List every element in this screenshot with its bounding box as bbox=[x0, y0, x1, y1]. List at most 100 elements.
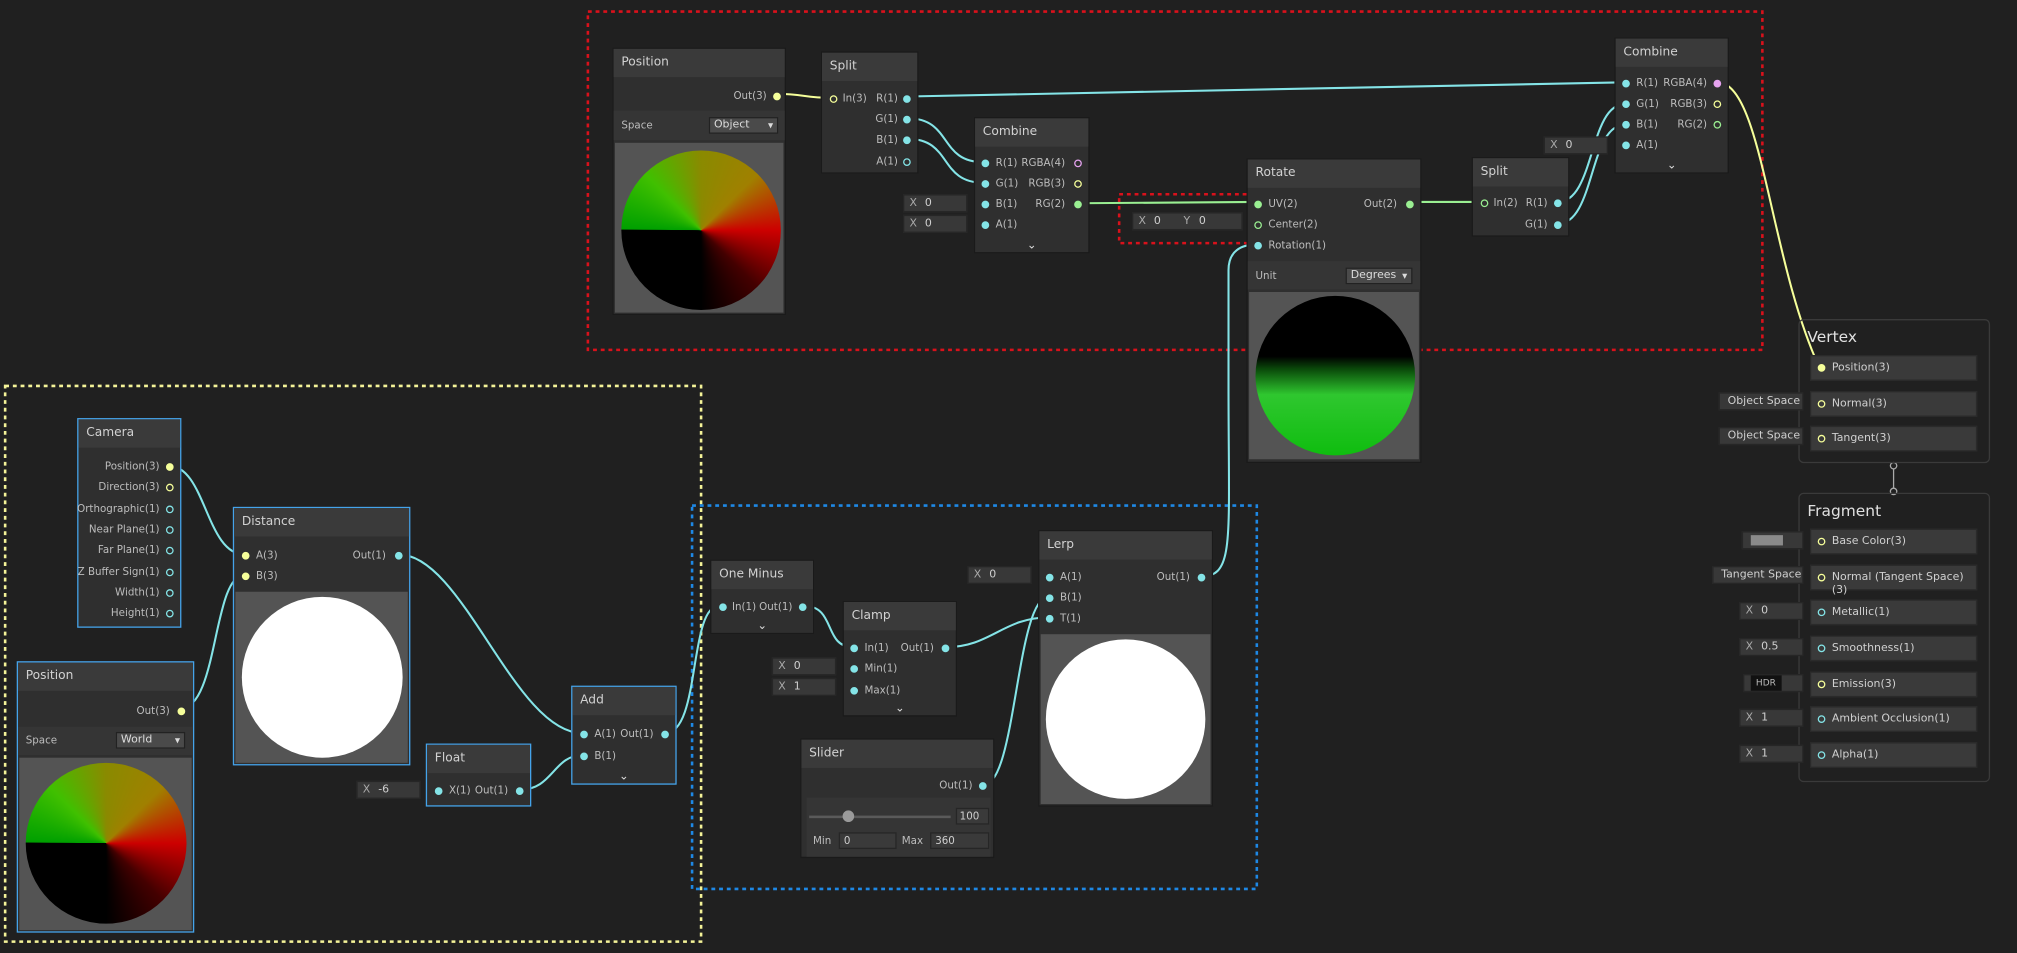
port-in: X(1) bbox=[448, 784, 471, 797]
port-out: Far Plane(1) bbox=[97, 544, 160, 556]
slider-thumb[interactable] bbox=[842, 810, 854, 823]
combine-b-input[interactable]: X0 bbox=[903, 194, 968, 213]
normal-space-field[interactable]: Object Space bbox=[1718, 392, 1804, 411]
position-node-top[interactable]: Position Out(3) Space Object bbox=[612, 47, 786, 316]
node-title[interactable]: Split bbox=[1472, 158, 1569, 187]
node-title[interactable]: Distance bbox=[234, 508, 410, 537]
port-out: R(1) bbox=[876, 92, 898, 105]
port-dot[interactable] bbox=[177, 707, 186, 716]
position-node-bottom[interactable]: Position Out(3) Space World bbox=[16, 661, 195, 933]
normal-ts-slot[interactable]: Normal (Tangent Space)(3) bbox=[1809, 564, 1978, 597]
max-field[interactable]: 360 bbox=[930, 832, 990, 850]
node-title[interactable]: Position bbox=[18, 662, 193, 691]
port-out: G(1) bbox=[1524, 218, 1548, 231]
port-in: In(3) bbox=[842, 92, 867, 105]
shader-graph-canvas[interactable]: Position Out(3) Space Object Split In(3)… bbox=[0, 0, 2017, 953]
port-in: B(1) bbox=[1059, 591, 1082, 604]
float-x-input[interactable]: X -6 bbox=[356, 780, 421, 799]
node-title[interactable]: One Minus bbox=[711, 560, 814, 590]
lerp-node[interactable]: Lerp A(1) B(1) T(1) Out(1) bbox=[1038, 529, 1214, 807]
vertex-tangent-slot[interactable]: Tangent(3) bbox=[1809, 425, 1978, 452]
unit-dropdown[interactable]: Degrees bbox=[1345, 267, 1413, 285]
port-out: RGBA(4) bbox=[1021, 156, 1066, 169]
node-title[interactable]: Slider bbox=[801, 739, 994, 768]
vertex-position-slot[interactable]: Position(3) bbox=[1809, 355, 1978, 381]
min-field[interactable]: 0 bbox=[838, 832, 897, 850]
camera-node[interactable]: Camera Position(3) Direction(3) Orthogra… bbox=[77, 418, 182, 628]
node-title[interactable]: Float bbox=[427, 744, 530, 774]
port-out: RG(2) bbox=[1035, 198, 1066, 210]
port-in: Min(1) bbox=[864, 662, 898, 675]
normal-space-field[interactable]: Tangent Space bbox=[1712, 566, 1804, 585]
node-title[interactable]: Clamp bbox=[843, 602, 956, 631]
tangent-space-field[interactable]: Object Space bbox=[1718, 427, 1804, 446]
node-title[interactable]: Lerp bbox=[1039, 531, 1212, 560]
space-label: Space bbox=[621, 119, 653, 132]
space-dropdown[interactable]: World bbox=[115, 731, 186, 749]
split-node-right[interactable]: Split In(2) R(1) G(1) bbox=[1471, 156, 1570, 237]
ao-slot[interactable]: Ambient Occlusion(1) bbox=[1809, 706, 1978, 732]
emission-slot[interactable]: Emission(3) bbox=[1809, 671, 1978, 698]
space-dropdown[interactable]: Object bbox=[708, 117, 779, 134]
slider-value-field[interactable]: 100 bbox=[955, 807, 990, 825]
collapse-chevron-icon[interactable]: ⌄ bbox=[711, 620, 813, 633]
collapse-chevron-icon[interactable]: ⌄ bbox=[975, 239, 1088, 252]
collapse-chevron-icon[interactable]: ⌄ bbox=[572, 771, 675, 784]
metallic-field[interactable]: X0 bbox=[1739, 602, 1804, 621]
fragment-stack[interactable]: Fragment Base Color(3) Normal (Tangent S… bbox=[1798, 492, 1991, 783]
base-color-slot[interactable]: Base Color(3) bbox=[1809, 528, 1978, 555]
metallic-slot[interactable]: Metallic(1) bbox=[1809, 599, 1978, 626]
vertex-stack[interactable]: Vertex Position(3) Normal(3) Tangent(3) bbox=[1798, 319, 1991, 464]
collapse-chevron-icon[interactable]: ⌄ bbox=[844, 702, 956, 715]
smoothness-field[interactable]: X 0.5 bbox=[1739, 638, 1804, 657]
combine-node-mid[interactable]: Combine R(1) G(1) B(1) A(1) RGBA(4) RGB(… bbox=[973, 117, 1090, 254]
smoothness-slot[interactable]: Smoothness(1) bbox=[1809, 635, 1978, 662]
port-in: UV(2) bbox=[1268, 198, 1298, 210]
combine-a-input[interactable]: X0 bbox=[903, 214, 968, 233]
clamp-min-input[interactable]: X0 bbox=[771, 657, 837, 676]
node-title[interactable]: Combine bbox=[1615, 38, 1728, 67]
collapse-chevron-icon[interactable]: ⌄ bbox=[1616, 160, 1728, 173]
rotate-center-input[interactable]: X0 Y0 bbox=[1132, 212, 1243, 231]
lerp-a-input[interactable]: X0 bbox=[967, 566, 1032, 585]
add-node[interactable]: Add A(1) B(1) Out(1) ⌄ bbox=[571, 685, 677, 785]
port-in: A(3) bbox=[255, 549, 278, 561]
node-title[interactable]: Split bbox=[822, 52, 918, 82]
port-dot[interactable] bbox=[829, 95, 838, 103]
clamp-node[interactable]: Clamp In(1) Min(1) Max(1) Out(1) ⌄ bbox=[842, 600, 958, 717]
port-out: RG(2) bbox=[1677, 118, 1708, 130]
node-title[interactable]: Position bbox=[613, 48, 785, 78]
port-out: Orthographic(1) bbox=[77, 502, 160, 515]
rotate-node[interactable]: Rotate UV(2) Center(2) Rotation(1) Out(2… bbox=[1246, 158, 1422, 464]
slider-track[interactable] bbox=[809, 815, 951, 819]
float-node[interactable]: Float X(1) Out(1) bbox=[425, 743, 532, 807]
port-in: Rotation(1) bbox=[1268, 239, 1327, 251]
distance-node[interactable]: Distance A(3) B(3) Out(1) bbox=[232, 506, 411, 766]
vertex-title: Vertex bbox=[1807, 328, 1858, 347]
node-title[interactable]: Combine bbox=[975, 118, 1089, 147]
slider-node[interactable]: Slider Out(1) 100 Min 0 Max 360 bbox=[800, 738, 995, 859]
ao-field[interactable]: X1 bbox=[1739, 708, 1804, 727]
port-out: RGB(3) bbox=[1670, 97, 1708, 110]
alpha-slot[interactable]: Alpha(1) bbox=[1809, 742, 1978, 768]
base-color-field[interactable] bbox=[1741, 531, 1804, 550]
wire-split-r bbox=[908, 81, 1625, 98]
node-title[interactable]: Add bbox=[572, 686, 676, 716]
combine-right-a-input[interactable]: X0 bbox=[1543, 136, 1608, 155]
split-node-top[interactable]: Split In(3) R(1) G(1) B(1) A(1) bbox=[820, 51, 919, 174]
port-in: B(1) bbox=[995, 198, 1018, 210]
node-title[interactable]: Rotate bbox=[1247, 159, 1421, 188]
one-minus-node[interactable]: One Minus In(1) Out(1) ⌄ bbox=[710, 559, 815, 635]
port-out: Direction(3) bbox=[98, 481, 160, 493]
wire-clamp-lerp bbox=[946, 616, 1049, 649]
node-title[interactable]: Camera bbox=[78, 419, 181, 448]
port-in: Center(2) bbox=[1268, 218, 1318, 231]
clamp-max-input[interactable]: X1 bbox=[771, 677, 837, 696]
combine-node-right[interactable]: Combine R(1) G(1) B(1) A(1) RGBA(4) RGB(… bbox=[1614, 37, 1729, 174]
vertex-normal-slot[interactable]: Normal(3) bbox=[1809, 391, 1978, 417]
alpha-field[interactable]: X1 bbox=[1739, 744, 1804, 763]
port-in: T(1) bbox=[1059, 612, 1081, 624]
port-dot[interactable] bbox=[773, 92, 781, 101]
port-in: B(1) bbox=[1636, 118, 1658, 130]
emission-field[interactable]: HDR bbox=[1743, 674, 1804, 693]
